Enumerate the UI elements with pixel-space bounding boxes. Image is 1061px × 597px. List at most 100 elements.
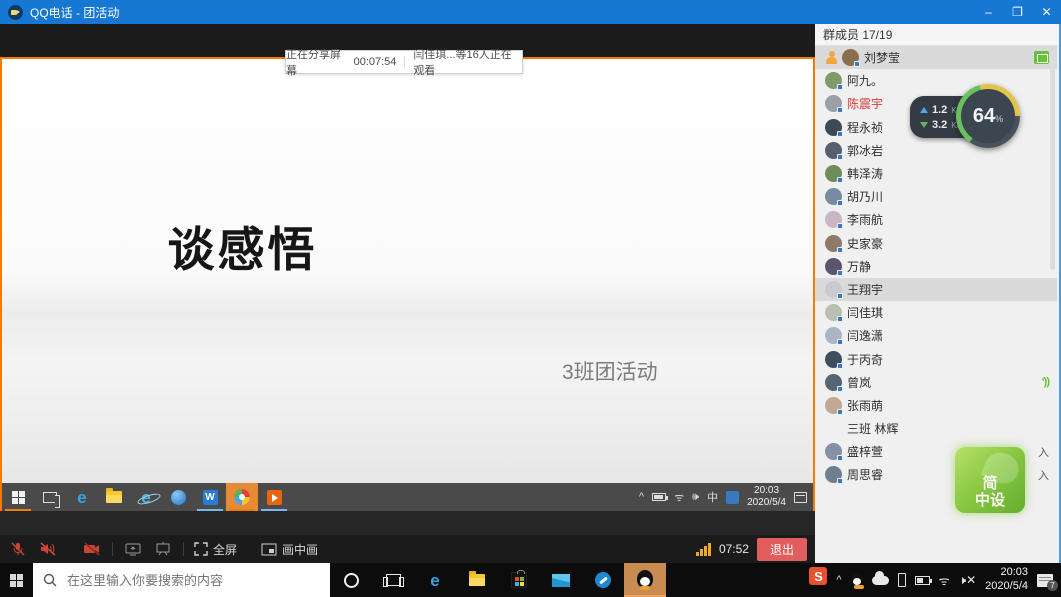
member-row[interactable]: 郭冰岩 xyxy=(815,139,1057,162)
qq-tray-icon[interactable] xyxy=(851,573,863,587)
speaker-muted-button[interactable] xyxy=(38,540,58,558)
member-row[interactable]: 史家豪 xyxy=(815,232,1057,255)
avatar xyxy=(825,327,842,344)
inner-file-explorer-button[interactable] xyxy=(98,483,130,511)
cloud-icon[interactable] xyxy=(872,576,889,585)
camera-off-button[interactable] xyxy=(82,540,102,558)
file-explorer-button[interactable] xyxy=(456,563,498,597)
member-row[interactable]: 张雨萌 xyxy=(815,394,1057,417)
member-row[interactable]: 闫佳琪 xyxy=(815,301,1057,324)
mobile-badge-icon xyxy=(854,61,860,67)
call-timer: 07:52 xyxy=(719,542,749,556)
task-view-icon xyxy=(43,492,57,503)
task-view-button[interactable] xyxy=(372,563,414,597)
inner-time: 20:03 xyxy=(747,485,786,497)
screen-share-button[interactable] xyxy=(123,540,143,558)
member-name: 李雨航 xyxy=(847,211,1049,228)
mail-button[interactable] xyxy=(540,563,582,597)
exit-call-button[interactable]: 退出 xyxy=(757,538,807,561)
member-name: 刘梦莹 xyxy=(864,49,1034,66)
avatar xyxy=(825,443,842,460)
member-row[interactable]: 三班 林辉 xyxy=(815,417,1057,440)
network-icon[interactable]: ᯤ xyxy=(674,490,684,505)
member-row[interactable]: 胡乃川 xyxy=(815,185,1057,208)
taskbar-search[interactable] xyxy=(33,563,330,597)
inner-system-tray: ^ ᯤ 🕪 中 20:03 2020/5/4 xyxy=(639,483,813,511)
member-row[interactable]: 李雨航 xyxy=(815,208,1057,231)
minimize-button[interactable]: – xyxy=(974,0,1003,24)
member-row[interactable]: 万静 xyxy=(815,255,1057,278)
avatar xyxy=(825,281,842,298)
input-method-icon[interactable] xyxy=(726,491,739,504)
start-button[interactable] xyxy=(0,563,33,597)
viewers-text: 闫佳琪...等16人正在观看 xyxy=(413,46,522,78)
mobile-badge-icon xyxy=(837,107,843,113)
logo-text-line2: 中设 xyxy=(975,492,1005,509)
inner-qq-call-button[interactable] xyxy=(226,483,258,511)
member-row[interactable]: 于丙奇 xyxy=(815,347,1057,370)
action-center-icon[interactable]: 7 xyxy=(1037,574,1053,587)
inner-task-view-button[interactable] xyxy=(34,483,66,511)
edge-button[interactable]: e xyxy=(414,563,456,597)
shared-screen-region: 谈感悟 3班团活动 e e W ^ ᯤ 🕪 中 xyxy=(0,24,815,563)
avatar xyxy=(825,258,842,275)
mobile-badge-icon xyxy=(837,131,843,137)
avatar xyxy=(825,119,842,136)
inner-date: 2020/5/4 xyxy=(747,497,786,509)
volume-muted-icon[interactable]: 🕨✕ xyxy=(959,573,977,588)
member-row[interactable]: 韩泽涛 xyxy=(815,162,1057,185)
member-row[interactable]: 阿九。 xyxy=(815,69,1057,92)
restore-button[interactable]: ❐ xyxy=(1003,0,1032,24)
member-row[interactable]: 闫逸潇 xyxy=(815,324,1057,347)
inner-clock[interactable]: 20:03 2020/5/4 xyxy=(747,485,786,509)
internet-explorer-icon: e xyxy=(141,489,150,506)
qq-button[interactable] xyxy=(624,563,666,597)
inner-start-button[interactable] xyxy=(2,483,34,511)
download-arrow-icon xyxy=(920,122,928,128)
mobile-badge-icon xyxy=(837,386,843,392)
close-button[interactable]: ✕ xyxy=(1032,0,1061,24)
pip-icon xyxy=(261,543,277,556)
members-scrollbar[interactable] xyxy=(1050,50,1055,270)
microphone-muted-button[interactable] xyxy=(8,540,28,558)
battery-icon[interactable] xyxy=(915,576,930,585)
phone-device-icon[interactable] xyxy=(898,573,906,587)
inner-powerpoint-button[interactable] xyxy=(258,483,290,511)
taskbar-clock[interactable]: 20:03 2020/5/4 xyxy=(985,566,1028,594)
member-name: 于丙奇 xyxy=(847,351,1049,368)
share-status-text: 正在分享屏幕 xyxy=(286,46,346,78)
mobile-badge-icon xyxy=(837,478,843,484)
ime-indicator[interactable]: 中 xyxy=(707,489,718,505)
task-view-icon xyxy=(386,574,401,586)
inner-ie-button[interactable]: e xyxy=(130,483,162,511)
tray-chevron-icon[interactable]: ^ xyxy=(836,574,841,586)
search-icon xyxy=(43,573,57,587)
member-name: 王翔宇 xyxy=(847,281,1049,298)
fullscreen-button[interactable]: 全屏 xyxy=(194,541,237,558)
powerpoint-show-icon xyxy=(267,490,282,505)
volume-icon[interactable]: 🕪 xyxy=(692,491,699,504)
upload-arrow-icon xyxy=(920,107,928,113)
wifi-icon[interactable]: ᯤ xyxy=(939,572,950,589)
member-row[interactable]: 曾岚 ʻ)) xyxy=(815,371,1057,394)
whiteboard-button[interactable] xyxy=(153,540,173,558)
action-center-icon[interactable] xyxy=(794,492,807,503)
search-input[interactable] xyxy=(65,572,295,589)
inner-edge-button[interactable]: e xyxy=(66,483,98,511)
performance-gauge[interactable]: 64% xyxy=(956,84,1020,148)
inner-browser-button[interactable] xyxy=(162,483,194,511)
mobile-badge-icon xyxy=(837,84,843,90)
tray-chevron-icon[interactable]: ^ xyxy=(639,491,644,503)
cortana-button[interactable] xyxy=(330,563,372,597)
green-logo-overlay: 简 中设 xyxy=(955,447,1025,513)
avatar xyxy=(825,142,842,159)
mobile-badge-icon xyxy=(837,339,843,345)
member-row[interactable]: 刘梦莹 xyxy=(815,46,1057,69)
picture-in-picture-button[interactable]: 画中画 xyxy=(261,541,318,558)
member-row[interactable]: 王翔宇 xyxy=(815,278,1057,301)
inner-wps-button[interactable]: W xyxy=(194,483,226,511)
sogou-input-icon[interactable]: S xyxy=(809,567,827,585)
store-button[interactable] xyxy=(498,563,540,597)
edge-icon: e xyxy=(430,572,439,589)
settings-app-button[interactable] xyxy=(582,563,624,597)
